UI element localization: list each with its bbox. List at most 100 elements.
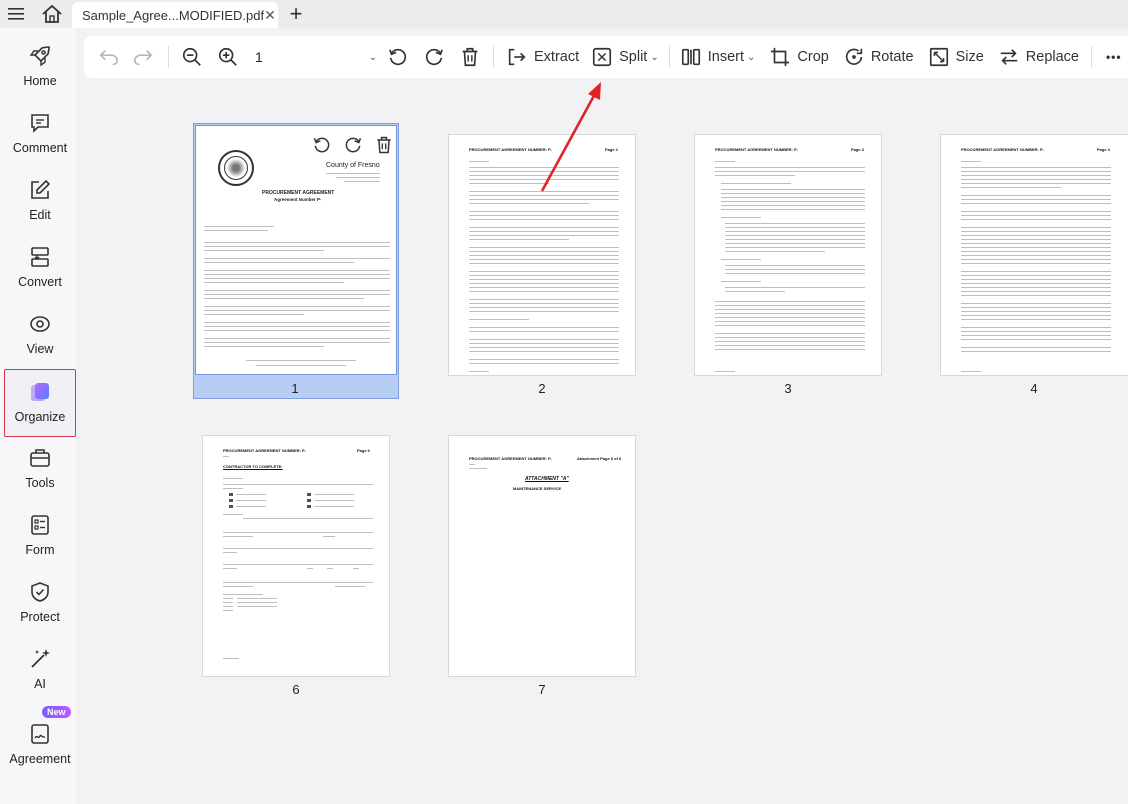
comment-icon (31, 114, 49, 133)
zoom-in-icon (218, 47, 237, 66)
sidebar-item-label: Convert (18, 275, 62, 289)
sidebar-item-tools[interactable]: Tools (4, 436, 76, 498)
page-number-label: 1 (291, 381, 299, 396)
menu-button[interactable] (0, 0, 32, 28)
page-number-label: 2 (538, 381, 546, 396)
insert-button[interactable]: Insert ⌄ (680, 36, 756, 78)
page-thumbnail-3[interactable]: PROCUREMENT AGREEMENT NUMBER: P- Page 3 (694, 134, 882, 376)
agreement-number: Agreement Number P- (274, 197, 322, 202)
page-number-label: 6 (292, 682, 300, 697)
agreement-icon (31, 724, 49, 744)
rotate-label: Rotate (870, 49, 914, 65)
rotate-icon (845, 48, 862, 65)
delete-page-button[interactable] (459, 36, 481, 78)
page-header: PROCUREMENT AGREEMENT NUMBER: P- (223, 448, 306, 453)
view-icon (30, 316, 50, 332)
extract-button[interactable]: Extract (506, 36, 579, 78)
insert-icon (681, 48, 700, 66)
page-label: Page 6 (357, 448, 370, 453)
sidebar-item-label: View (26, 342, 54, 356)
page-thumbnail-7[interactable]: PROCUREMENT AGREEMENT NUMBER: P- Attachm… (448, 435, 636, 677)
split-label: Split (619, 49, 648, 65)
crop-button[interactable]: Crop (769, 36, 829, 78)
sidebar-item-edit[interactable]: Edit (4, 168, 76, 230)
page-label: Attachment Page 6 of 6 (577, 456, 622, 461)
rotate-button[interactable]: Rotate (843, 36, 914, 78)
sidebar-item-view[interactable]: View (4, 302, 76, 364)
sidebar-item-label: Edit (29, 208, 51, 222)
sidebar-item-organize[interactable]: Organize (4, 369, 76, 437)
organize-icon (31, 383, 49, 401)
document-tab-title: Sample_Agree...MODIFIED.pdf (82, 7, 265, 23)
sidebar: Home Comment Edit Convert View Organize … (0, 28, 76, 804)
form-icon (31, 515, 49, 535)
convert-icon (31, 247, 49, 267)
page-thumbnail-2[interactable]: PROCUREMENT AGREEMENT NUMBER: P- Page 2 (448, 134, 636, 376)
crop-label: Crop (797, 49, 829, 65)
maintenance-service-title: MAINTENANCE SERVICE (513, 486, 562, 491)
size-button[interactable]: Size (928, 36, 984, 78)
rotate-right-button[interactable] (423, 36, 445, 78)
page-number-value: 1 (255, 49, 263, 65)
redo-button[interactable] (132, 36, 154, 78)
replace-button[interactable]: Replace (998, 36, 1079, 78)
home-tab-button[interactable] (32, 0, 72, 28)
undo-icon (99, 49, 119, 66)
redo-icon (133, 49, 153, 66)
sidebar-item-ai[interactable]: AI (4, 637, 76, 699)
replace-label: Replace (1025, 49, 1079, 65)
replace-icon (1000, 49, 1018, 65)
more-options-button[interactable]: ••• (1106, 36, 1122, 78)
trash-icon[interactable] (374, 135, 394, 155)
resize-icon (929, 47, 948, 67)
rotate-right-icon[interactable] (343, 135, 363, 155)
split-icon (593, 47, 612, 67)
rotate-left-icon (388, 48, 407, 66)
sidebar-item-comment[interactable]: Comment (4, 101, 76, 163)
page-label: Page 4 (1097, 147, 1110, 152)
page-quick-tools (306, 130, 396, 160)
page-header: PROCUREMENT AGREEMENT NUMBER: P- (715, 147, 798, 152)
page-number-select[interactable]: 1 ⌄ (247, 43, 383, 71)
edit-icon (31, 179, 51, 199)
organize-toolbar: 1 ⌄ Extract Split ⌄ Insert ⌄ Crop Rotate… (84, 36, 1128, 78)
page-number-label: 3 (784, 381, 792, 396)
rotate-left-icon[interactable] (312, 135, 332, 155)
page-thumbnail-1[interactable]: County of Fresno PROCUREMENT AGREEMENT A… (195, 125, 397, 375)
split-button[interactable]: Split ⌄ (591, 36, 659, 78)
rotate-left-button[interactable] (387, 36, 409, 78)
extract-label: Extract (534, 49, 580, 65)
sidebar-item-agreement[interactable]: New Agreement (4, 704, 76, 766)
sidebar-item-label: Tools (25, 476, 55, 490)
size-label: Size (955, 49, 984, 65)
zoom-in-button[interactable] (217, 36, 239, 78)
new-tab-button[interactable]: + (278, 0, 314, 28)
sidebar-item-protect[interactable]: Protect (4, 570, 76, 632)
rocket-icon (29, 46, 50, 67)
page-header: PROCUREMENT AGREEMENT NUMBER: P- (961, 147, 1044, 152)
crop-icon (771, 47, 790, 67)
page-thumbnail-4[interactable]: PROCUREMENT AGREEMENT NUMBER: P- Page 4 (940, 134, 1128, 376)
chevron-down-icon: ⌄ (747, 51, 756, 63)
chevron-down-icon: ⌄ (368, 51, 377, 63)
extract-icon (508, 48, 526, 66)
shield-icon (31, 582, 49, 602)
agreement-title: PROCUREMENT AGREEMENT (262, 190, 335, 196)
page-number-label: 4 (1030, 381, 1038, 396)
page-number-label: 7 (538, 682, 546, 697)
sidebar-item-label: Comment (12, 141, 68, 155)
sidebar-item-home[interactable]: Home (4, 34, 76, 96)
close-tab-icon[interactable]: ✕ (264, 7, 276, 24)
contractor-section-title: CONTRACTOR TO COMPLETE: (223, 464, 283, 469)
chevron-down-icon: ⌄ (650, 51, 659, 63)
sidebar-item-convert[interactable]: Convert (4, 235, 76, 297)
sidebar-item-label: Agreement (9, 752, 71, 766)
undo-button[interactable] (98, 36, 120, 78)
zoom-out-button[interactable] (181, 36, 203, 78)
sidebar-item-label: Protect (20, 610, 60, 624)
page-thumbnail-6[interactable]: PROCUREMENT AGREEMENT NUMBER: P- Page 6 … (202, 435, 390, 677)
document-tab[interactable]: Sample_Agree...MODIFIED.pdf ✕ (72, 2, 278, 28)
zoom-out-icon (182, 47, 201, 66)
new-badge: New (42, 706, 71, 718)
sidebar-item-form[interactable]: Form (4, 503, 76, 565)
